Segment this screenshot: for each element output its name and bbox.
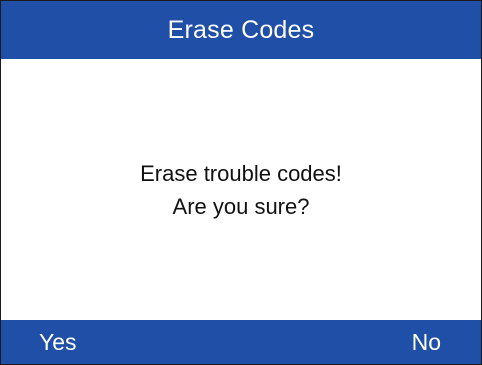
yes-button[interactable]: Yes [39,320,77,364]
screen-title: Erase Codes [167,15,315,44]
message-line-question: Are you sure? [172,194,310,219]
device-screen: Erase Codes Erase trouble codes! Are you… [0,0,482,365]
softkey-bar: Yes No [1,320,481,364]
confirmation-message: Erase trouble codes! Are you sure? [1,59,481,321]
title-bar: Erase Codes [1,1,481,59]
message-line-warning: Erase trouble codes! [140,161,342,186]
no-button[interactable]: No [412,320,441,364]
